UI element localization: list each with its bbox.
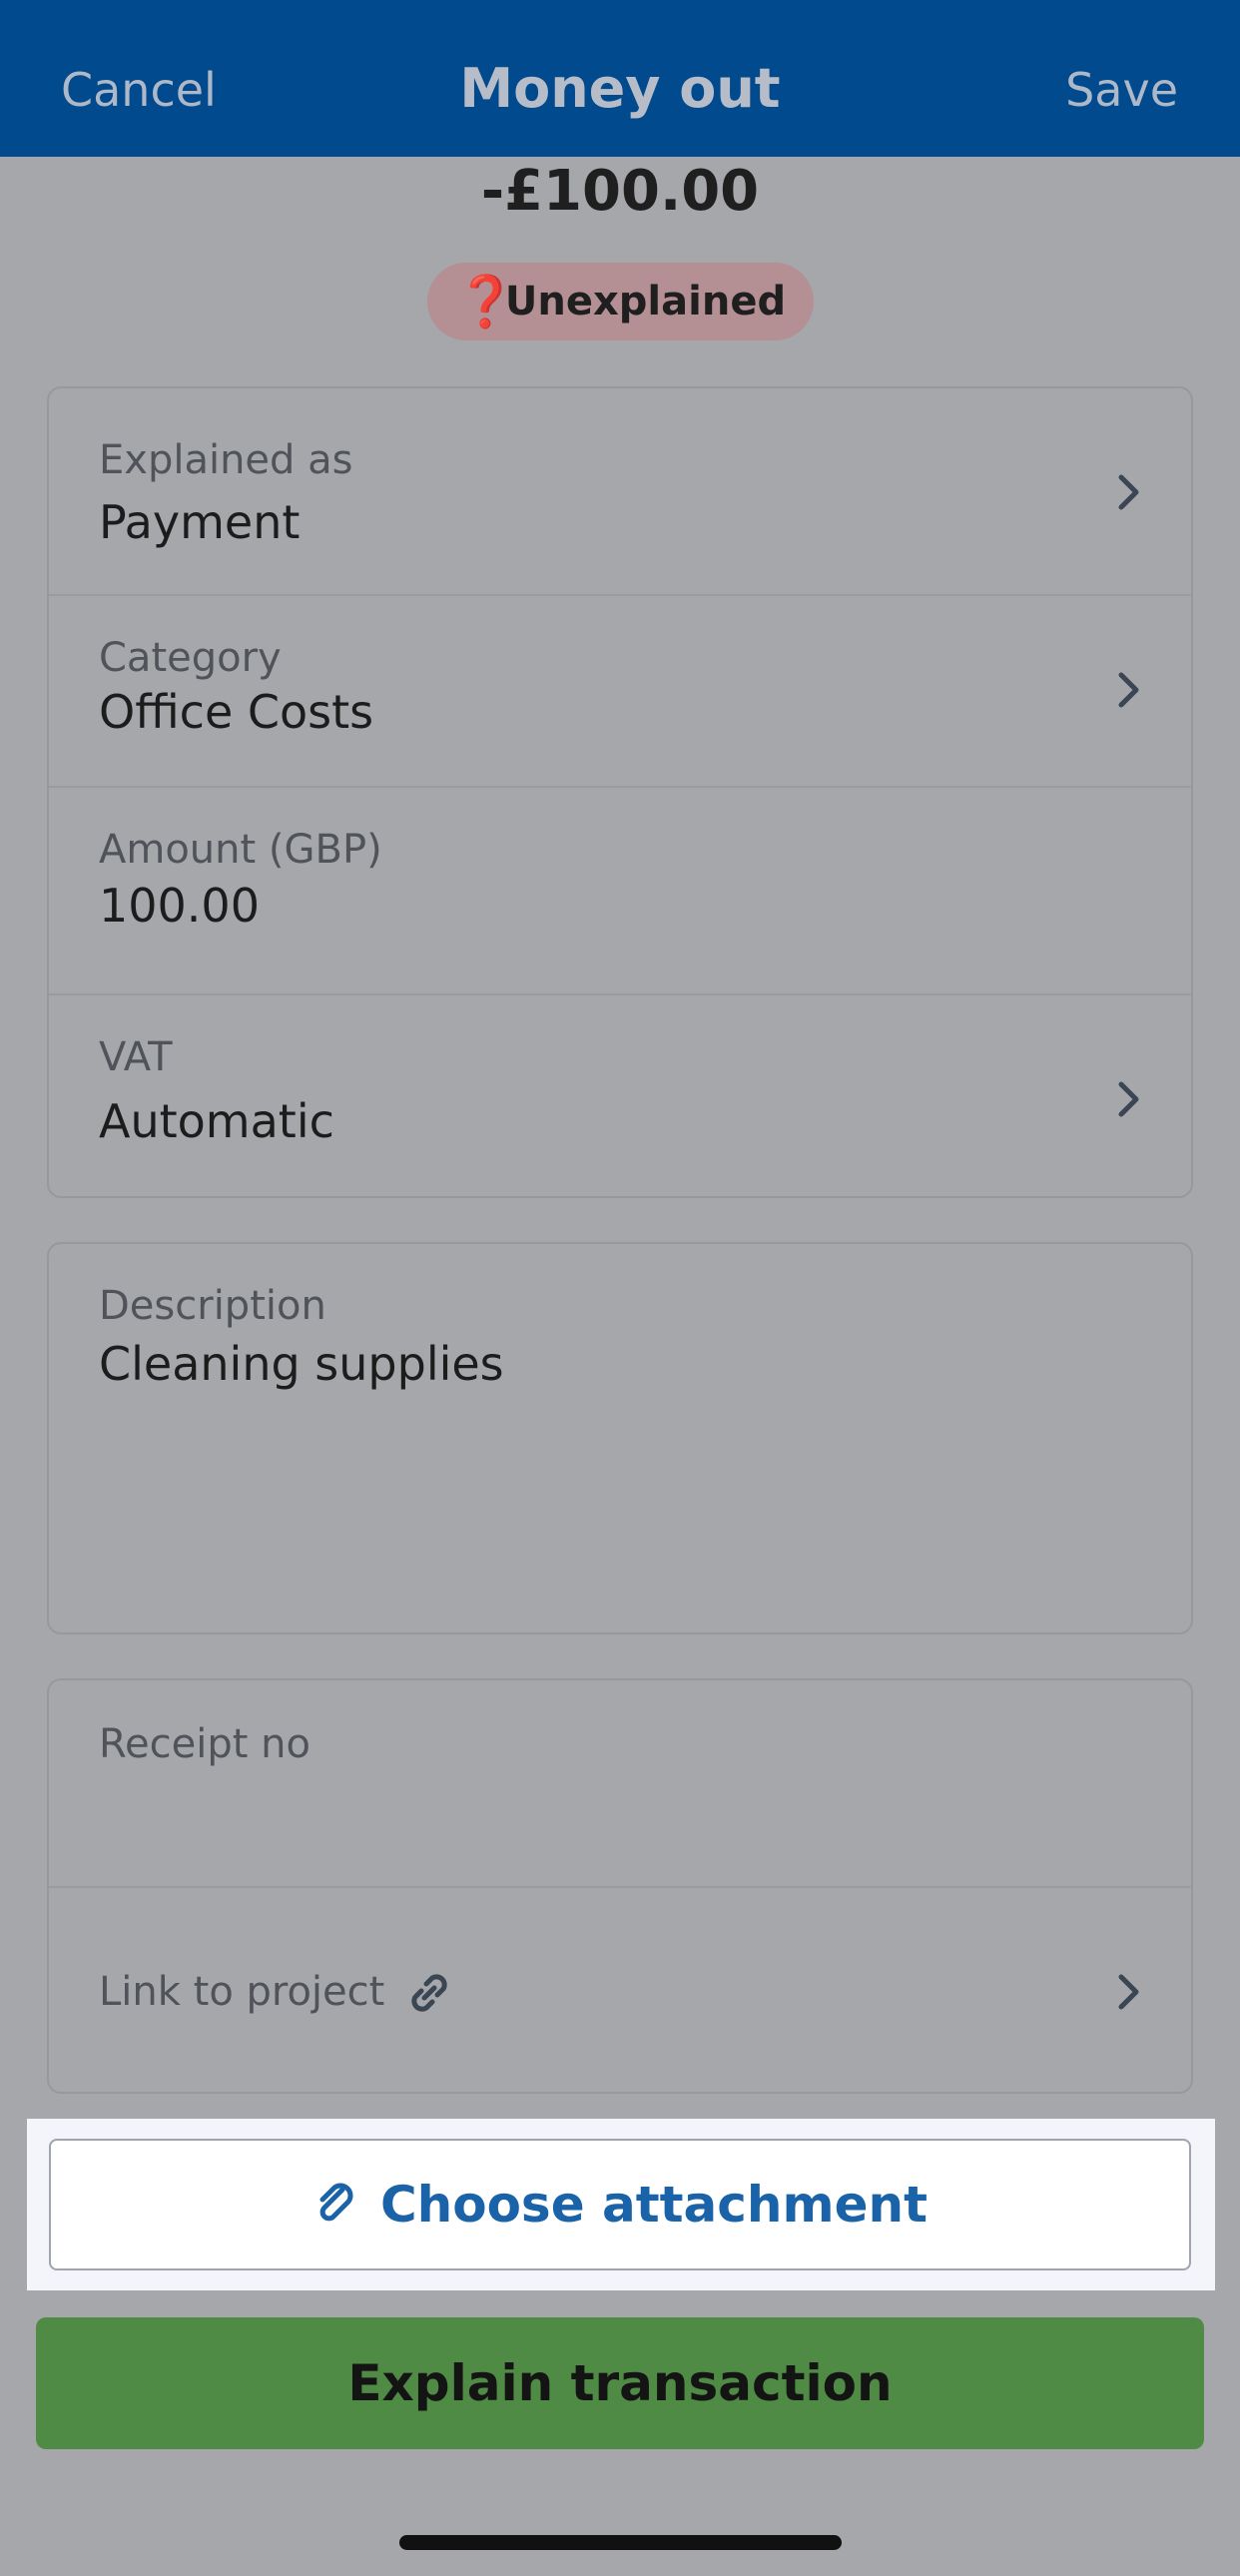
chevron-right-icon bbox=[1115, 1079, 1143, 1119]
page-title: Money out bbox=[459, 57, 781, 120]
explained-as-row[interactable]: Explained as Payment bbox=[49, 388, 1191, 594]
vat-label: VAT bbox=[99, 1034, 173, 1080]
choose-attachment-label: Choose attachment bbox=[379, 2176, 929, 2234]
choose-attachment-button[interactable]: Choose attachment bbox=[49, 2139, 1191, 2270]
explained-as-value: Payment bbox=[99, 495, 301, 549]
transaction-amount: -£100.00 bbox=[480, 159, 760, 224]
amount-field[interactable]: 100.00 bbox=[99, 878, 260, 934]
question-icon: ❓ bbox=[454, 273, 518, 330]
description-label: Description bbox=[99, 1283, 326, 1329]
explained-as-label: Explained as bbox=[99, 437, 353, 483]
receipt-label: Receipt no bbox=[99, 1721, 310, 1767]
status-label: Unexplained bbox=[504, 279, 787, 324]
status-badge: ❓ Unexplained bbox=[427, 263, 814, 340]
receipt-row[interactable]: Receipt no bbox=[49, 1680, 1191, 1886]
vat-row[interactable]: VAT Automatic bbox=[49, 995, 1191, 1196]
chevron-right-icon bbox=[1115, 1972, 1143, 2012]
description-card[interactable]: Description Cleaning supplies bbox=[47, 1242, 1193, 1634]
vat-value: Automatic bbox=[99, 1094, 334, 1148]
link-project-row[interactable]: Link to project bbox=[49, 1888, 1191, 2092]
amount-label: Amount (GBP) bbox=[99, 827, 382, 873]
category-row[interactable]: Category Office Costs bbox=[49, 596, 1191, 786]
paperclip-icon bbox=[312, 2180, 358, 2230]
extra-card: Receipt no Link to project bbox=[47, 1678, 1193, 2094]
save-button[interactable]: Save bbox=[1065, 62, 1178, 118]
explain-transaction-button[interactable]: Explain transaction bbox=[36, 2317, 1204, 2449]
explain-transaction-label: Explain transaction bbox=[347, 2354, 893, 2412]
home-indicator bbox=[399, 2535, 842, 2550]
chevron-right-icon bbox=[1115, 472, 1143, 512]
link-project-label: Link to project bbox=[99, 1969, 385, 2015]
amount-row[interactable]: Amount (GBP) 100.00 bbox=[49, 788, 1191, 993]
description-field[interactable]: Cleaning supplies bbox=[99, 1336, 504, 1392]
details-card: Explained as Payment Category Office Cos… bbox=[47, 386, 1193, 1198]
chevron-right-icon bbox=[1115, 670, 1143, 710]
nav-bar: Cancel Money out Save bbox=[0, 0, 1240, 157]
link-icon bbox=[404, 1968, 454, 2018]
category-value: Office Costs bbox=[99, 685, 374, 739]
category-label: Category bbox=[99, 635, 282, 681]
